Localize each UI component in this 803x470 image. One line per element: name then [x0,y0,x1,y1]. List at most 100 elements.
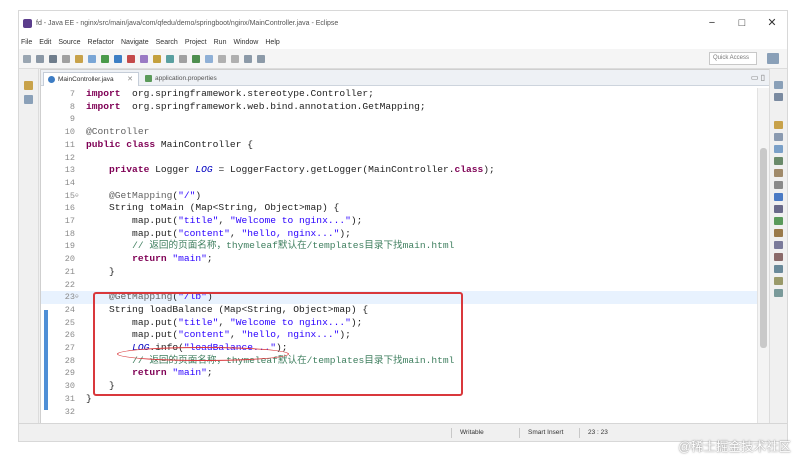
markers-icon[interactable] [774,121,783,129]
code-line[interactable]: 32 [41,406,757,419]
run-icon[interactable] [101,54,109,63]
eclipse-window: fd - Java EE - nginx/src/main/java/com/q… [18,10,788,442]
fold-toggle-icon[interactable]: ⊖ [75,190,79,203]
menu-help[interactable]: Help [265,39,279,46]
perspective-icon[interactable] [767,53,779,64]
code-line[interactable]: 7 import org.springframework.stereotype.C… [41,88,757,101]
tab-main-controller[interactable]: MainController.java ✕ [43,72,139,86]
menu-run[interactable]: Run [214,39,227,46]
code-line[interactable]: 12 [41,152,757,165]
terminal-icon[interactable] [774,289,783,297]
line-number: 27 [64,343,75,353]
menu-edit[interactable]: Edit [39,39,51,46]
menu-window[interactable]: Window [233,39,258,46]
code-line[interactable]: 13 private Logger LOG = LoggerFactory.ge… [41,164,757,177]
line-number: 24 [64,304,75,315]
servers-icon[interactable] [774,145,783,153]
fold-toggle-icon[interactable]: ⊖ [75,291,79,304]
outline-view-icon[interactable] [774,93,783,101]
code-token: "Welcome to nginx..." [229,215,351,226]
debug-icon[interactable] [114,54,122,63]
code-line[interactable]: 20 return "main"; [41,253,757,266]
back-icon[interactable] [244,54,252,63]
problems-icon[interactable] [774,181,783,189]
menu-search[interactable]: Search [156,39,178,46]
annotation-icon[interactable] [205,54,213,63]
print-icon[interactable] [62,54,70,63]
code-line[interactable]: 18 map.put("content", "hello, nginx...")… [41,228,757,241]
code-line[interactable]: 15 ⊖ @GetMapping("/") [41,190,757,203]
vertical-scrollbar[interactable] [757,88,769,424]
line-number: 29 [64,368,75,379]
code-line[interactable]: 9 [41,113,757,126]
forward-icon[interactable] [257,54,265,63]
debug-view-icon[interactable] [774,253,783,261]
line-number: 28 [64,355,75,366]
new-class-icon[interactable] [140,54,148,63]
server-icon[interactable] [166,54,174,63]
snippets-icon[interactable] [774,169,783,177]
code-line[interactable]: 14 [41,177,757,190]
scrollbar-thumb[interactable] [760,148,767,348]
declaration-icon[interactable] [774,205,783,213]
quick-access-input[interactable]: Quick Access [709,52,757,65]
code-token: "title" [178,215,219,226]
maximize-button[interactable]: □ [727,11,757,35]
next-annotation-icon[interactable] [218,54,226,63]
menu-file[interactable]: File [21,39,32,46]
code-token: // 返回的页面名称，thymeleaf默认在/templates目录下找mai… [132,240,455,252]
code-line[interactable]: 22 [41,279,757,292]
prev-annotation-icon[interactable] [231,54,239,63]
code-line[interactable]: 21 } [41,266,757,279]
git-icon[interactable] [774,277,783,285]
pin-icon[interactable] [192,54,200,63]
menu-refactor[interactable]: Refactor [88,39,114,46]
open-type-icon[interactable] [75,54,83,63]
code-token: map.put( [86,227,179,239]
package-explorer-icon[interactable] [24,81,33,90]
history-icon[interactable] [774,265,783,273]
search-view-icon[interactable] [774,241,783,249]
line-number: 15 [64,190,75,201]
menu-navigate[interactable]: Navigate [121,39,149,46]
new-icon[interactable] [23,54,31,63]
save-icon[interactable] [36,54,44,63]
code-token: } [86,265,115,277]
tab-application-properties[interactable]: application.properties [141,72,241,86]
search-icon[interactable] [88,54,96,63]
stop-icon[interactable] [127,54,135,63]
code-token: LOG [195,164,213,176]
line-number: 14 [64,177,75,188]
line-number: 22 [64,279,75,290]
close-tab-icon[interactable]: ✕ [127,73,133,86]
code-token: import [86,88,121,99]
line-number: 30 [64,381,75,392]
menu-source[interactable]: Source [58,39,80,46]
javadoc-icon[interactable] [774,193,783,201]
code-text: map.put("title", "Welcome to nginx..."); [86,215,362,228]
code-line[interactable]: 16 String toMain (Map<String, Object>map… [41,202,757,215]
code-line[interactable]: 11 public class MainController { [41,139,757,152]
code-line[interactable]: 17 map.put("title", "Welcome to nginx...… [41,215,757,228]
editor-area: MainController.java ✕ application.proper… [40,69,770,425]
task-list-icon[interactable] [774,81,783,89]
menu-project[interactable]: Project [185,39,207,46]
code-line[interactable]: 19 // 返回的页面名称，thymeleaf默认在/templates目录下找… [41,240,757,253]
progress-icon[interactable] [774,229,783,237]
save-all-icon[interactable] [49,54,57,63]
console-icon[interactable] [774,217,783,225]
properties-icon[interactable] [774,133,783,141]
toggle-mark-icon[interactable] [179,54,187,63]
editor-minmax-controls[interactable]: ▭ ▯ [751,73,765,82]
close-button[interactable]: ✕ [757,11,787,35]
code-token: "content" [178,227,230,239]
minimize-button[interactable]: − [697,11,727,35]
data-source-icon[interactable] [774,157,783,165]
right-trim [769,69,787,425]
package-icon[interactable] [153,54,161,63]
code-line[interactable]: 10 @Controller [41,126,757,139]
outline-icon[interactable] [24,95,33,104]
code-token: "/" [178,189,196,201]
code-line[interactable]: 8 import org.springframework.web.bind.ann… [41,101,757,114]
line-number: 23 [64,292,75,303]
